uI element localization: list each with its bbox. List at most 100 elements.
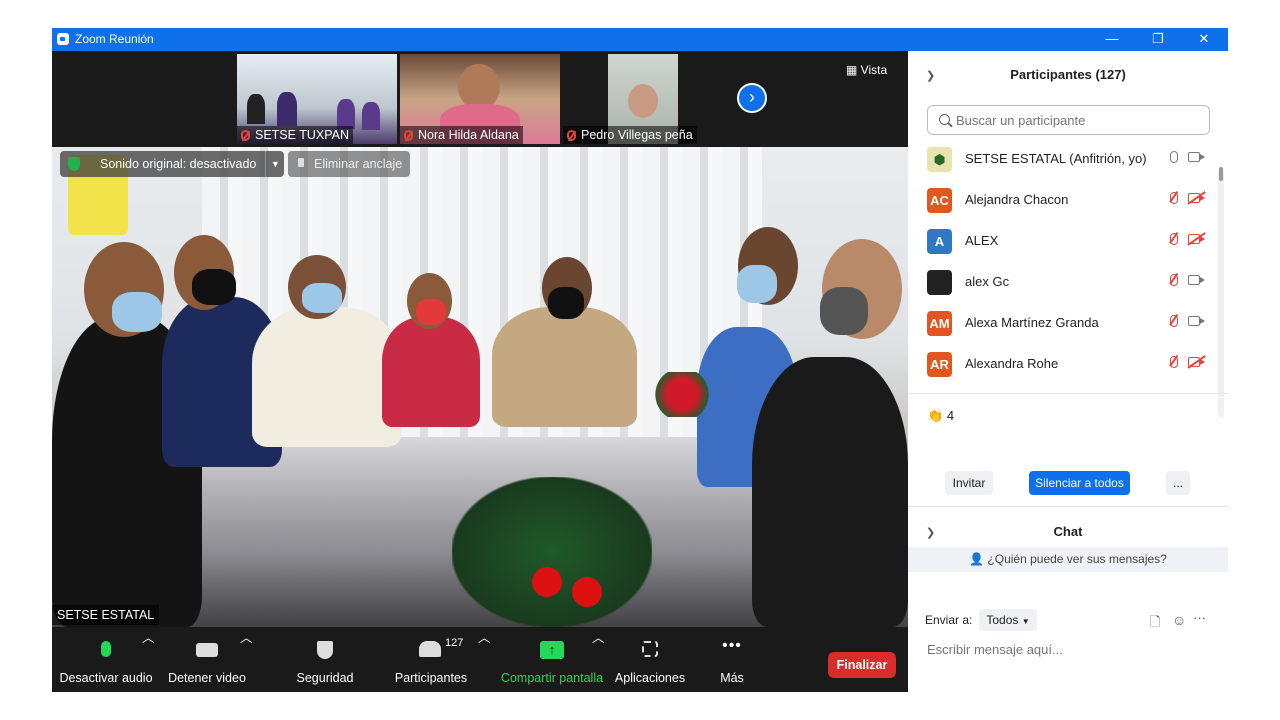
participant-row[interactable]: alex Gc: [908, 262, 1218, 303]
end-meeting-button[interactable]: Finalizar: [828, 652, 896, 678]
more-button[interactable]: ••• Más: [712, 627, 752, 692]
participant-row[interactable]: ⬢ SETSE ESTATAL (Anfitrión, yo): [908, 139, 1218, 180]
thumbnail-label: SETSE TUXPAN: [237, 126, 354, 144]
thumbnail-face: [628, 84, 658, 118]
thumbnail-label: Nora Hilda Aldana: [400, 126, 523, 144]
participant-name: Alexandra Rohe: [965, 356, 1059, 371]
more-dots-icon[interactable]: ···: [1193, 610, 1206, 625]
restore-button[interactable]: ❐: [1135, 28, 1181, 51]
title-bar: Zoom Reunión — ❐ ✕: [52, 28, 1228, 51]
more-dots-icon: •••: [722, 637, 742, 654]
face-mask: [302, 283, 342, 313]
apps-icon: [642, 641, 658, 657]
divider: [908, 506, 1228, 507]
video-off-icon[interactable]: [1188, 193, 1205, 203]
minimize-button[interactable]: —: [1089, 28, 1135, 51]
mic-muted-icon[interactable]: [1170, 356, 1178, 368]
video-camera-icon[interactable]: [1188, 275, 1205, 285]
face-mask: [416, 299, 446, 325]
participant-figure: [382, 317, 480, 427]
participant-row[interactable]: A ALEX: [908, 221, 1218, 262]
mic-muted-icon: [241, 130, 250, 141]
close-button[interactable]: ✕: [1181, 28, 1227, 51]
security-button[interactable]: Seguridad: [290, 627, 360, 692]
search-icon: [939, 114, 950, 125]
chat-title: Chat: [1053, 524, 1083, 539]
zoom-logo-icon: [57, 33, 69, 45]
face-mask: [820, 287, 868, 335]
mic-muted-icon[interactable]: [1170, 315, 1178, 327]
participant-name: Alejandra Chacon: [965, 192, 1069, 207]
unpin-button[interactable]: Eliminar anclaje: [288, 151, 411, 177]
mic-muted-icon[interactable]: [1170, 274, 1178, 286]
clapping-hands-icon: 👏: [927, 408, 944, 423]
thumbnail-label: Pedro Villegas peña: [563, 126, 697, 144]
mic-muted-icon[interactable]: [1170, 192, 1178, 204]
meeting-toolbar: Desactivar audio ︿ Detener video ︿ Segur…: [52, 627, 908, 692]
security-shield-icon: [317, 641, 333, 659]
video-camera-icon[interactable]: [1188, 152, 1205, 162]
recipient-dropdown[interactable]: Todos ▼: [979, 609, 1037, 631]
stop-video-button[interactable]: Detener video: [166, 627, 248, 692]
send-to-label: Enviar a:: [925, 613, 973, 627]
chat-privacy-bar[interactable]: 👤 ¿Quién puede ver sus mensajes?: [908, 547, 1228, 572]
video-off-icon[interactable]: [1188, 357, 1205, 367]
participants-title: Participantes (127): [1010, 67, 1126, 82]
next-page-button[interactable]: ›: [737, 83, 767, 113]
share-screen-button[interactable]: ↑ Compartir pantalla: [500, 627, 604, 692]
participant-search[interactable]: [927, 105, 1210, 135]
participants-scrollbar[interactable]: [1218, 167, 1224, 417]
main-video: Sonido original: desactivado ▼ Eliminar …: [52, 147, 908, 627]
emoji-icon[interactable]: ☺: [1172, 612, 1186, 628]
thumbnail-video[interactable]: Pedro Villegas peña: [563, 54, 723, 144]
thumbnail-video[interactable]: SETSE TUXPAN: [237, 54, 397, 144]
main-speaker-label: SETSE ESTATAL: [52, 605, 160, 625]
thumbnail-person: [362, 102, 380, 130]
chat-message-input[interactable]: [925, 641, 1219, 658]
chevron-up-icon[interactable]: ︿: [592, 627, 605, 692]
avatar: ⬢: [927, 147, 952, 172]
zoom-window: Zoom Reunión — ❐ ✕ SETSE TUXPAN Nora Hil…: [52, 28, 1228, 692]
chevron-down-icon[interactable]: ▼: [265, 151, 284, 177]
search-input[interactable]: [954, 112, 1198, 129]
invite-button[interactable]: Invitar: [945, 471, 993, 495]
divider: [908, 393, 1228, 394]
video-camera-icon[interactable]: [1188, 316, 1205, 326]
chevron-up-icon[interactable]: ︿: [142, 627, 155, 692]
mute-button[interactable]: Desactivar audio: [58, 627, 154, 692]
participants-count: 127: [445, 637, 464, 649]
participant-figure: [752, 357, 908, 627]
people-icon: [419, 641, 441, 657]
participant-name: SETSE ESTATAL (Anfitrión, yo): [965, 151, 1147, 166]
participants-button[interactable]: 127 Participantes: [392, 627, 470, 692]
apps-button[interactable]: Aplicaciones: [614, 627, 686, 692]
chevron-up-icon[interactable]: ︿: [240, 627, 253, 692]
thumbnail-person: [337, 99, 355, 129]
video-off-icon[interactable]: [1188, 234, 1205, 244]
participant-row[interactable]: AR Alexandra Rohe: [908, 344, 1218, 385]
microphone-icon[interactable]: [1170, 151, 1178, 163]
thumbnail-video[interactable]: Nora Hilda Aldana: [400, 54, 560, 144]
mic-muted-icon: [567, 130, 576, 141]
chevron-up-icon[interactable]: ︿: [478, 627, 491, 692]
face-mask: [548, 287, 584, 319]
grid-icon: ▦: [846, 63, 861, 77]
shield-icon: [68, 157, 80, 171]
avatar: AC: [927, 188, 952, 213]
thumbnail-person: [247, 94, 265, 124]
participant-name: Alexa Martínez Granda: [965, 315, 1099, 330]
original-sound-badge[interactable]: Sonido original: desactivado ▼: [60, 151, 285, 177]
participant-figure: [492, 307, 637, 427]
window-title: Zoom Reunión: [75, 32, 154, 46]
more-options-button[interactable]: ...: [1166, 471, 1190, 495]
view-button[interactable]: ▦ Vista: [846, 63, 887, 77]
participant-row[interactable]: AC Alejandra Chacon: [908, 180, 1218, 221]
person-icon: 👤: [969, 552, 985, 566]
file-icon[interactable]: 🗋: [1150, 613, 1160, 635]
face-mask: [112, 292, 162, 332]
red-ornament: [572, 577, 602, 607]
mic-muted-icon[interactable]: [1170, 233, 1178, 245]
mute-all-button[interactable]: Silenciar a todos: [1029, 471, 1130, 495]
participant-row[interactable]: AM Alexa Martínez Granda: [908, 303, 1218, 344]
microphone-icon: [101, 641, 111, 657]
